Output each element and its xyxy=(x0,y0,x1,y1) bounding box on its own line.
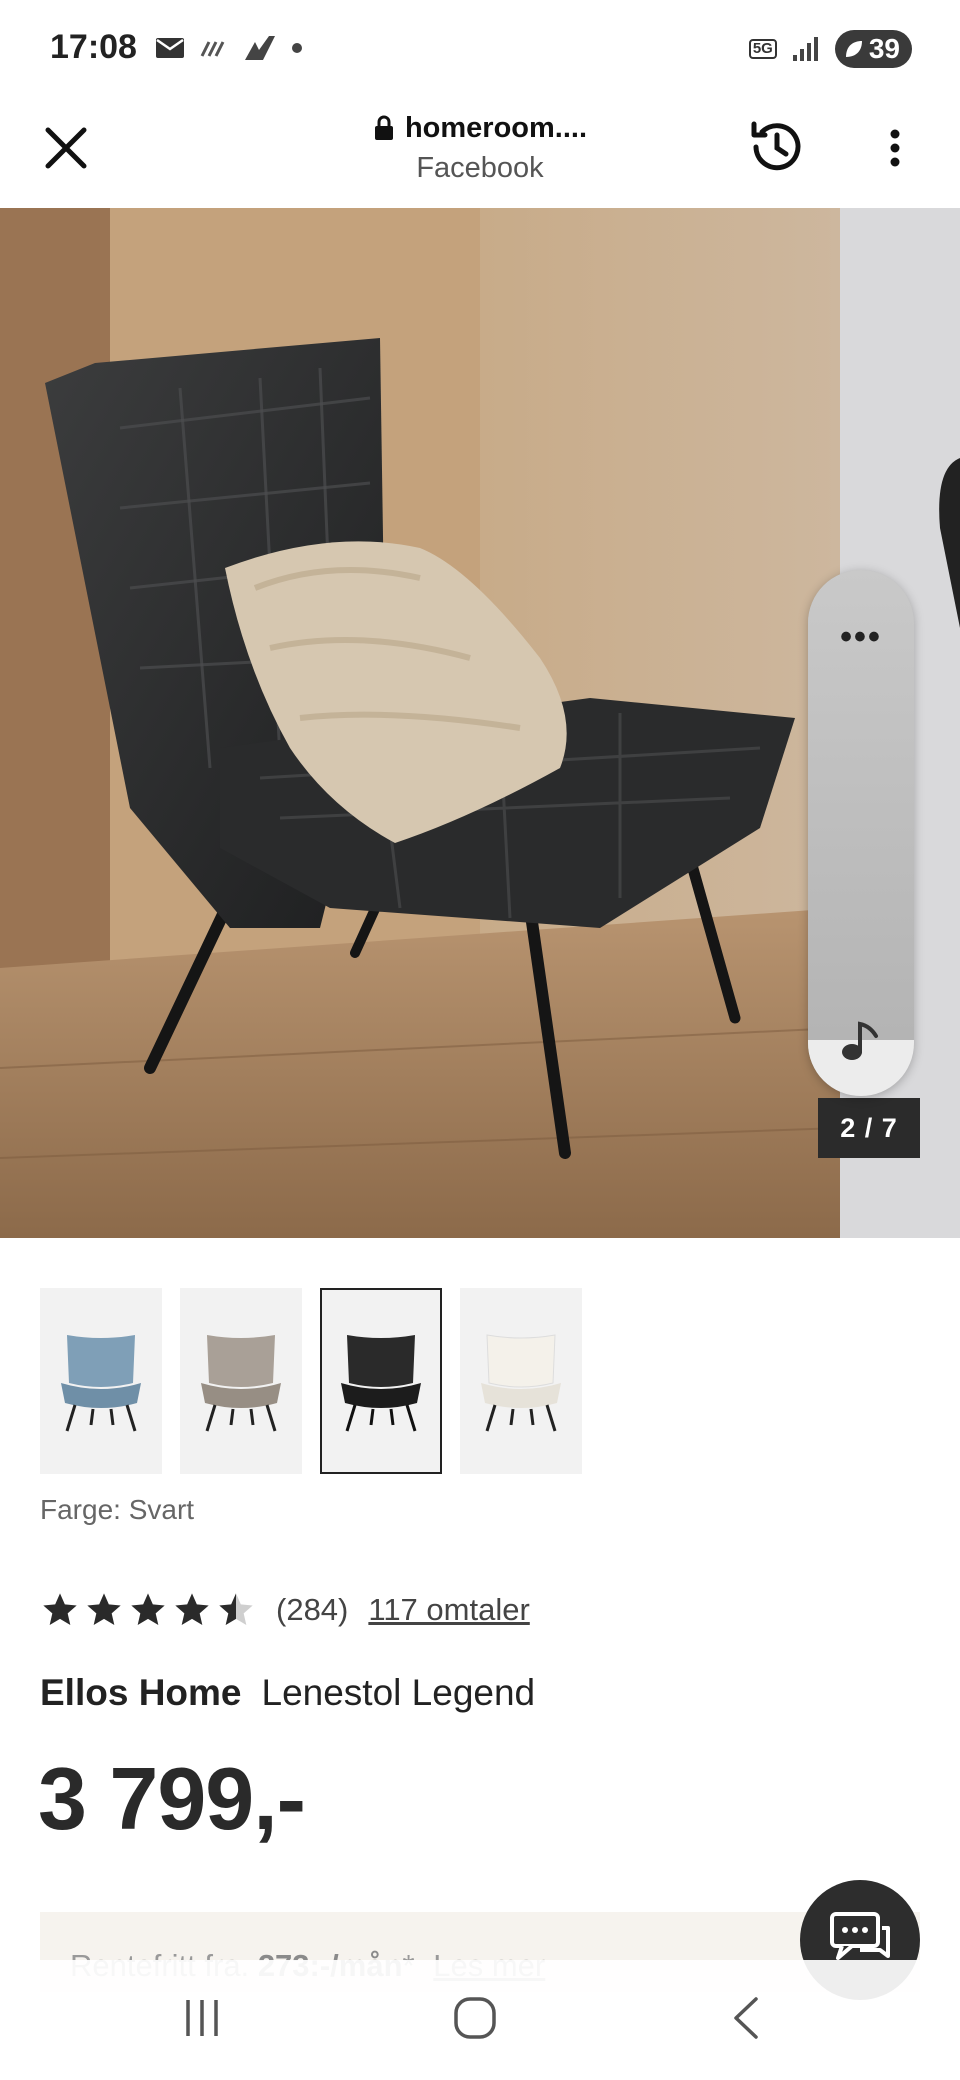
half-star-icon xyxy=(219,1593,253,1625)
status-bar: 17:08 5G 39 xyxy=(0,0,960,100)
history-button[interactable] xyxy=(742,112,812,182)
product-name: Lenestol Legend xyxy=(261,1672,536,1713)
product-brand: Ellos Home xyxy=(40,1672,242,1713)
signal-stripes-icon xyxy=(200,41,225,57)
star-icon xyxy=(87,1593,121,1625)
mail-icon xyxy=(156,38,184,58)
history-icon xyxy=(751,121,801,171)
chair-thumbnail xyxy=(201,1335,281,1432)
browser-toolbar: homeroom.... Facebook xyxy=(0,100,960,208)
battery-indicator: 39 xyxy=(834,30,912,68)
star-icon xyxy=(175,1593,209,1625)
floating-media-panel[interactable]: ••• xyxy=(808,570,914,1096)
star-icon xyxy=(131,1593,165,1625)
product-title: Ellos Home Lenestol Legend xyxy=(40,1672,535,1714)
battery-level: 39 xyxy=(868,33,900,64)
thumbnail-blue[interactable] xyxy=(40,1288,162,1474)
chair-thumbnail xyxy=(61,1335,141,1432)
image-counter: 2 / 7 xyxy=(818,1098,920,1158)
recent-apps-button[interactable] xyxy=(180,1988,224,2048)
thumbnail-white[interactable] xyxy=(460,1288,582,1474)
star-rating xyxy=(40,1590,256,1630)
home-button[interactable] xyxy=(452,1988,498,2048)
back-icon xyxy=(734,1997,758,2039)
star-icon xyxy=(43,1593,77,1625)
chair-thumbnail xyxy=(481,1334,561,1432)
system-nav-bar xyxy=(0,1960,960,2080)
panel-menu-button[interactable]: ••• xyxy=(808,618,914,657)
leaf-icon xyxy=(845,41,862,57)
url-text: homeroom.... xyxy=(404,111,588,144)
network-type: 5G xyxy=(748,39,777,59)
home-icon xyxy=(454,1997,496,2039)
more-menu-button[interactable] xyxy=(870,116,920,180)
color-thumbnails xyxy=(40,1288,582,1474)
rating-row: (284) 117 omtaler xyxy=(40,1590,530,1630)
app-notification-icon xyxy=(245,36,275,60)
recent-apps-icon xyxy=(186,2000,218,2036)
status-time: 17:08 xyxy=(50,28,137,66)
lock-icon xyxy=(374,115,393,140)
close-icon xyxy=(45,127,87,169)
chair-thumbnail xyxy=(341,1335,421,1432)
more-vertical-icon xyxy=(890,129,900,167)
product-photo xyxy=(0,208,840,1238)
close-button[interactable] xyxy=(36,118,96,178)
cell-signal-icon xyxy=(792,37,818,61)
notification-icons xyxy=(155,34,303,62)
color-label: Farge: Svart xyxy=(40,1494,195,1525)
back-button[interactable] xyxy=(728,1988,764,2048)
rating-count: (284) xyxy=(276,1592,349,1627)
thumbnail-beige[interactable] xyxy=(180,1288,302,1474)
music-note-icon[interactable] xyxy=(838,1018,884,1064)
system-icons: 5G 39 xyxy=(748,30,912,68)
dot-icon xyxy=(292,43,302,53)
reviews-link[interactable]: 117 omtaler xyxy=(368,1592,529,1628)
url-source: Facebook xyxy=(416,152,544,184)
product-price: 3 799,- xyxy=(38,1749,306,1848)
url-display[interactable]: homeroom.... Facebook xyxy=(250,106,710,185)
thumbnail-black-selected[interactable] xyxy=(320,1288,442,1474)
